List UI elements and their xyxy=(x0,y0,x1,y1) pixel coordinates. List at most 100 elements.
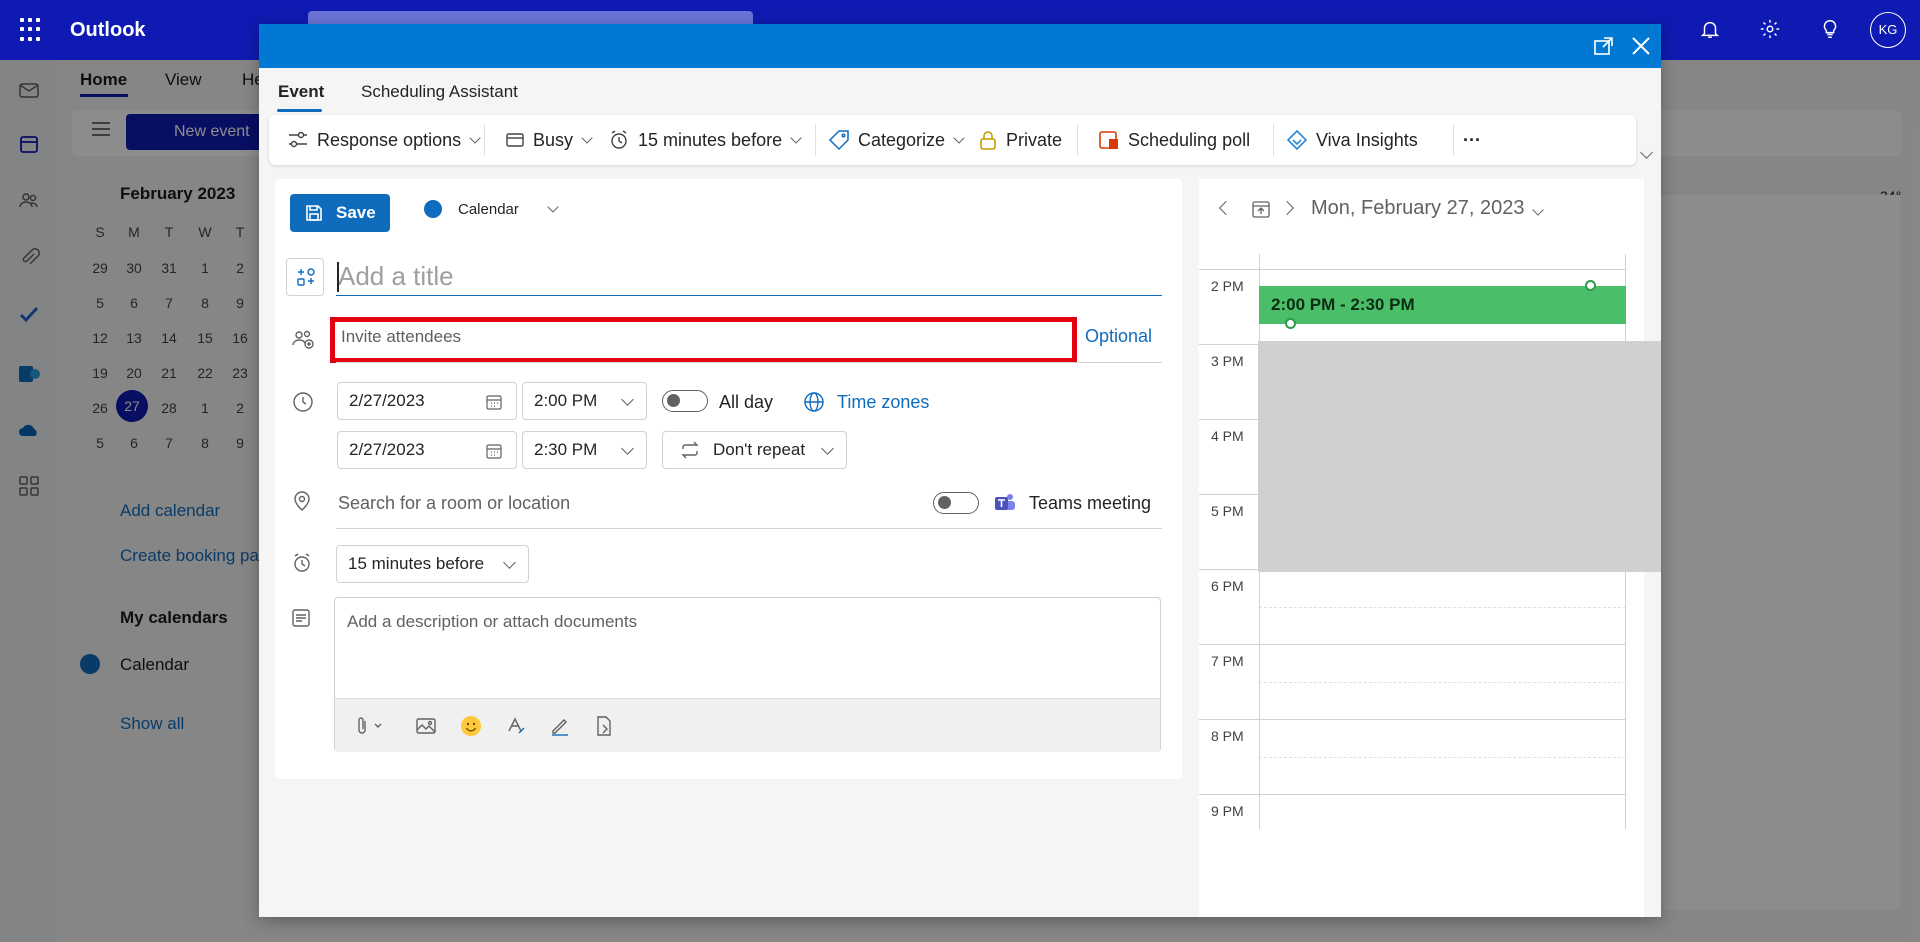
new-event-block[interactable]: 2:00 PM - 2:30 PM xyxy=(1259,286,1626,324)
chevron-down-icon xyxy=(581,131,593,144)
chevron-down-icon xyxy=(621,393,634,406)
start-date-value: 2/27/2023 xyxy=(349,391,425,410)
scheduling-poll-icon xyxy=(1099,131,1118,149)
viva-insights-button[interactable]: Viva Insights xyxy=(1286,115,1418,165)
private-button[interactable]: Private xyxy=(978,115,1062,165)
end-date-field[interactable]: 2/27/2023 xyxy=(337,431,517,469)
format-painter-icon[interactable] xyxy=(505,715,527,737)
popout-icon[interactable] xyxy=(1593,35,1615,57)
categorize-button[interactable]: Categorize xyxy=(828,115,965,165)
end-time-field[interactable]: 2:30 PM xyxy=(522,431,647,469)
save-icon xyxy=(306,205,322,221)
chevron-down-icon xyxy=(469,131,481,144)
description-editor[interactable]: Add a description or attach documents xyxy=(334,597,1161,752)
hour-slot[interactable]: 9 PM xyxy=(1199,794,1626,829)
location-input[interactable]: Search for a room or location xyxy=(338,493,570,514)
attach-file-icon[interactable] xyxy=(353,715,389,737)
next-day-icon[interactable] xyxy=(1279,200,1295,216)
time-zones-link[interactable]: Time zones xyxy=(837,392,929,413)
calendar-selector-label: Calendar xyxy=(458,200,519,218)
account-avatar[interactable]: KG xyxy=(1870,12,1906,48)
close-icon[interactable] xyxy=(1629,34,1653,58)
tab-scheduling-assistant[interactable]: Scheduling Assistant xyxy=(361,82,518,102)
formatting-toolbar xyxy=(335,698,1160,752)
go-to-today-icon[interactable] xyxy=(1251,199,1271,219)
lock-icon xyxy=(980,131,996,150)
app-launcher-icon[interactable] xyxy=(20,18,44,42)
insert-picture-icon[interactable] xyxy=(415,715,437,737)
title-input[interactable]: Add a title xyxy=(336,256,1162,296)
categorize-label: Categorize xyxy=(858,129,946,150)
ribbon-divider xyxy=(1453,124,1454,156)
hour-label: 5 PM xyxy=(1211,503,1244,519)
start-date-field[interactable]: 2/27/2023 xyxy=(337,382,517,420)
attendees-divider xyxy=(336,362,1162,363)
signature-pen-icon[interactable] xyxy=(549,715,571,737)
ribbon-divider xyxy=(815,124,816,156)
hour-slot[interactable]: 7 PM xyxy=(1199,644,1626,719)
app-brand[interactable]: Outlook xyxy=(70,19,146,42)
reminder-ribbon-label: 15 minutes before xyxy=(638,129,783,150)
ribbon-expand-chevron-icon[interactable] xyxy=(1640,146,1653,159)
all-day-toggle[interactable] xyxy=(662,390,708,412)
hour-slot xyxy=(1199,254,1626,269)
schedule-navigation: Mon, February 27, 2023 xyxy=(1199,179,1644,239)
globe-icon[interactable] xyxy=(803,391,825,413)
scheduling-poll-button[interactable]: Scheduling poll xyxy=(1098,115,1250,165)
title-insights-button[interactable] xyxy=(286,258,324,296)
text-cursor xyxy=(337,262,339,292)
reminder-ribbon-button[interactable]: 15 minutes before xyxy=(608,115,802,165)
calendar-picker-icon[interactable] xyxy=(485,393,503,411)
more-options-button[interactable]: ··· xyxy=(1463,115,1481,165)
chevron-down-icon xyxy=(503,556,516,569)
settings-icon[interactable] xyxy=(1758,18,1782,42)
chevron-down-icon xyxy=(621,442,634,455)
dialog-title-bar xyxy=(259,24,1661,68)
active-tab-indicator xyxy=(277,109,322,112)
event-resize-handle-bottom[interactable] xyxy=(1285,318,1296,329)
hour-label: 2 PM xyxy=(1211,278,1244,294)
end-date-value: 2/27/2023 xyxy=(349,440,425,459)
response-options-button[interactable]: Response options xyxy=(287,115,481,165)
invite-attendees-input[interactable]: Invite attendees xyxy=(330,317,1077,363)
notifications-icon[interactable] xyxy=(1698,18,1722,42)
calendar-color-icon xyxy=(424,200,442,218)
clock-icon xyxy=(291,390,313,412)
chevron-down-icon xyxy=(1532,204,1545,216)
hour-label: 4 PM xyxy=(1211,428,1244,444)
previous-day-icon[interactable] xyxy=(1218,200,1234,216)
viva-insights-label: Viva Insights xyxy=(1316,129,1418,150)
hour-slot[interactable]: 8 PM xyxy=(1199,719,1626,794)
reminder-dropdown[interactable]: 15 minutes before xyxy=(336,545,529,583)
tab-event[interactable]: Event xyxy=(278,82,324,102)
hour-label: 8 PM xyxy=(1211,728,1244,744)
calendar-selector[interactable]: Calendar xyxy=(424,200,559,218)
tips-lightbulb-icon[interactable] xyxy=(1818,18,1842,42)
schedule-date-label: Mon, February 27, 2023 xyxy=(1311,197,1525,219)
reminder-alarm-icon xyxy=(291,552,313,574)
attendees-icon xyxy=(291,327,314,349)
description-placeholder: Add a description or attach documents xyxy=(347,612,638,631)
busy-status-button[interactable]: Busy xyxy=(505,115,593,165)
tag-icon xyxy=(828,130,849,151)
response-options-label: Response options xyxy=(317,129,462,150)
hour-slot[interactable]: 6 PM xyxy=(1199,569,1626,644)
save-button[interactable]: Save xyxy=(290,194,390,232)
emoji-icon[interactable] xyxy=(460,715,482,737)
ribbon-divider xyxy=(1273,124,1274,156)
all-day-label: All day xyxy=(719,392,774,412)
sliders-icon xyxy=(289,131,307,148)
show-as-icon xyxy=(506,133,524,147)
ribbon-divider xyxy=(1077,124,1078,156)
schedule-date-picker[interactable]: Mon, February 27, 2023 xyxy=(1311,197,1545,220)
teams-meeting-toggle[interactable] xyxy=(933,492,979,514)
hour-label: 7 PM xyxy=(1211,653,1244,669)
save-label: Save xyxy=(336,203,376,222)
optional-attendees-link[interactable]: Optional xyxy=(1085,326,1152,347)
calendar-picker-icon[interactable] xyxy=(485,442,503,460)
viva-insights-icon xyxy=(1286,129,1308,151)
start-time-field[interactable]: 2:00 PM xyxy=(522,382,647,420)
loop-component-icon[interactable] xyxy=(593,715,615,737)
repeat-dropdown[interactable]: Don't repeat xyxy=(662,431,847,469)
event-resize-handle-top[interactable] xyxy=(1585,280,1596,291)
